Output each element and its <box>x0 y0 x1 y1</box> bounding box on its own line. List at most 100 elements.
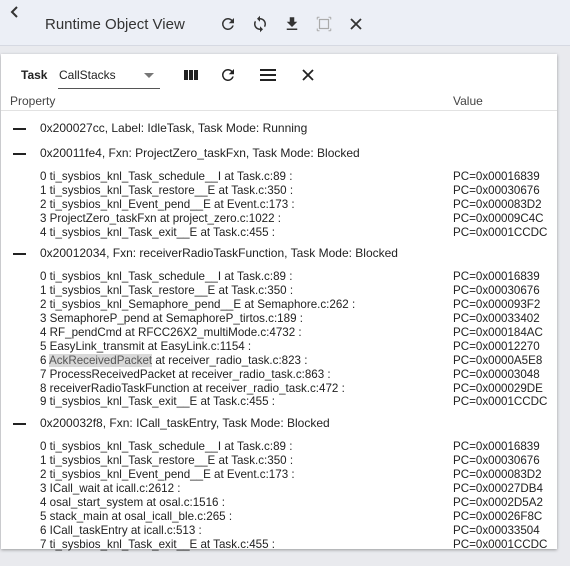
stack-frame-row[interactable]: 2 ti_sysbios_knl_Event_pend__E at Event.… <box>1 198 557 212</box>
stack-frame-label: 4 osal_start_system at osal.c:1516 : <box>40 495 225 509</box>
stack-frame-value: PC=0x00033402 <box>453 312 540 326</box>
stack-frame-value: PC=0x0001CCDC <box>453 395 548 409</box>
stack-frame-value: PC=0x00030676 <box>453 454 540 468</box>
stack-frame-label: 2 ti_sysbios_knl_Event_pend__E at Event.… <box>40 468 295 482</box>
stack-frame-value: PC=0x00027DB4 <box>453 482 543 496</box>
column-header-value: Value <box>453 94 483 108</box>
stack-frame-row[interactable]: 2 ti_sysbios_knl_Event_pend__E at Event.… <box>1 468 557 482</box>
stack-frame-row[interactable]: 7 ti_sysbios_knl_Task_exit__E at Task.c:… <box>1 538 557 552</box>
stack-frame-value: PC=0x00016839 <box>453 270 540 284</box>
stack-frame-value: PC=0x0002D5A2 <box>453 495 543 509</box>
stack-frame-row[interactable]: 5 stack_main at osal_icall_ble.c:265 : PC… <box>1 510 557 524</box>
stack-frame-row[interactable]: 8 receiverRadioTaskFunction at receiver_… <box>1 382 557 396</box>
column-header-property: Property <box>10 94 56 108</box>
selected-text[interactable]: AckReceivedPacket <box>49 353 153 367</box>
collapse-icon[interactable] <box>13 153 26 155</box>
stack-frame-label: 5 stack_main at osal_icall_ble.c:265 : <box>40 509 233 523</box>
sync-icon[interactable] <box>249 13 271 35</box>
stack-frame-row[interactable]: 1 ti_sysbios_knl_Task_restore__E at Task… <box>1 184 557 198</box>
stack-frame-label: 0 ti_sysbios_knl_Task_schedule__I at Tas… <box>40 270 293 284</box>
stack-frame-label: 6 ICall_taskEntry at icall.c:513 : <box>40 523 202 537</box>
task-row[interactable]: 0x200027cc, Label: IdleTask, Task Mode: … <box>1 120 557 137</box>
task-label: Task <box>21 68 48 82</box>
panel-toolbar: Task CallStacks <box>1 54 557 92</box>
stack-frame-label: 7 ti_sysbios_knl_Task_exit__E at Task.c:… <box>40 537 276 551</box>
chevron-down-icon <box>144 73 154 78</box>
stack-frame-value: PC=0x0001CCDC <box>453 225 548 239</box>
stack-frame-row[interactable]: 0 ti_sysbios_knl_Task_schedule__I at Tas… <box>1 170 557 184</box>
stack-frame-label: 4 RF_pendCmd at RFCC26X2_multiMode.c:473… <box>40 326 302 340</box>
stack-frame-row[interactable]: 6 ICall_taskEntry at icall.c:513 : PC=0x0… <box>1 524 557 538</box>
table-header: Property Value <box>1 92 557 111</box>
stack-frame-value: PC=0x000184AC <box>453 326 543 340</box>
stack-frame-row[interactable]: 4 RF_pendCmd at RFCC26X2_multiMode.c:473… <box>1 326 557 340</box>
stack-frame-label: 5 EasyLink_transmit at EasyLink.c:1154 : <box>40 339 252 353</box>
stack-frame-label: 4 ti_sysbios_knl_Task_exit__E at Task.c:… <box>40 225 276 239</box>
download-icon[interactable] <box>281 13 303 35</box>
task-select[interactable]: CallStacks <box>58 62 160 89</box>
stack-frame-label: 9 ti_sysbios_knl_Task_exit__E at Task.c:… <box>40 395 276 409</box>
task-label: 0x20011fe4, Fxn: ProjectZero_taskFxn, Ta… <box>40 146 360 160</box>
task-row[interactable]: 0x20011fe4, Fxn: ProjectZero_taskFxn, Ta… <box>1 145 557 162</box>
stack-frame-label: 3 ProjectZero_taskFxn at project_zero.c:… <box>40 211 282 225</box>
stack-frame-value: PC=0x00009C4C <box>453 211 544 225</box>
stack-frame-row[interactable]: 3 ProjectZero_taskFxn at project_zero.c:… <box>1 212 557 226</box>
stack-frame-value: PC=0x0001CCDC <box>453 537 548 551</box>
stack-frame-label: 0 ti_sysbios_knl_Task_schedule__I at Tas… <box>40 440 293 454</box>
stack-frame-label: 1 ti_sysbios_knl_Task_restore__E at Task… <box>40 183 294 197</box>
stack-frame-row[interactable]: 7 ProcessReceivedPacket at receiver_radi… <box>1 368 557 382</box>
task-select-value: CallStacks <box>59 68 116 82</box>
stack-frame-label: 0 ti_sysbios_knl_Task_schedule__I at Tas… <box>40 170 293 183</box>
stack-frame-row[interactable]: 9 ti_sysbios_knl_Task_exit__E at Task.c:… <box>1 395 557 409</box>
stack-frame-value: PC=0x000029DE <box>453 381 543 395</box>
stack-frame-label: 8 receiverRadioTaskFunction at receiver_… <box>40 381 345 395</box>
callstack-tree: 0x200027cc, Label: IdleTask, Task Mode: … <box>1 114 557 551</box>
maximize-icon[interactable] <box>313 13 335 35</box>
stack-frame-value: PC=0x0000A5E8 <box>453 353 543 367</box>
stack-frame-value: PC=0x000083D2 <box>453 468 542 482</box>
title-bar: Runtime Object View <box>0 0 570 46</box>
stack-frame-label: 6 AckReceivedPacket at receiver_radio_ta… <box>40 353 308 368</box>
stack-frame-row[interactable]: 5 EasyLink_transmit at EasyLink.c:1154 :… <box>1 340 557 354</box>
stack-frame-row[interactable]: 4 ti_sysbios_knl_Task_exit__E at Task.c:… <box>1 226 557 240</box>
stack-frame-row[interactable]: 2 ti_sysbios_knl_Semaphore_pend__E at Se… <box>1 298 557 312</box>
task-label: 0x200027cc, Label: IdleTask, Task Mode: … <box>40 121 308 135</box>
stack-frame-label: 2 ti_sysbios_knl_Semaphore_pend__E at Se… <box>40 298 356 312</box>
stack-frame-value: PC=0x000093F2 <box>453 298 541 312</box>
stack-frame-value: PC=0x00003048 <box>453 367 540 381</box>
stack-frame-label: 2 ti_sysbios_knl_Event_pend__E at Event.… <box>40 197 295 211</box>
stack-frame-label: 1 ti_sysbios_knl_Task_restore__E at Task… <box>40 454 294 468</box>
task-row[interactable]: 0x20012034, Fxn: receiverRadioTaskFuncti… <box>1 245 557 262</box>
window-title: Runtime Object View <box>45 16 185 33</box>
menu-icon[interactable] <box>258 65 278 85</box>
collapse-icon[interactable] <box>13 423 26 426</box>
close-icon[interactable] <box>345 13 367 35</box>
stack-frame-value: PC=0x00016839 <box>453 170 540 183</box>
back-icon[interactable] <box>9 4 25 22</box>
stack-frame-row[interactable]: 0 ti_sysbios_knl_Task_schedule__I at Tas… <box>1 270 557 284</box>
frame-prefix: 6 <box>40 353 50 367</box>
stack-frame-value: PC=0x00033504 <box>453 523 540 537</box>
stack-frame-value: PC=0x00030676 <box>453 183 540 197</box>
stack-frame-row[interactable]: 6 AckReceivedPacket at receiver_radio_ta… <box>1 353 557 368</box>
collapse-icon[interactable] <box>13 128 26 130</box>
stack-frame-row[interactable]: 3 ICall_wait at icall.c:2612 : PC=0x00027… <box>1 482 557 496</box>
stack-frame-row[interactable]: 1 ti_sysbios_knl_Task_restore__E at Task… <box>1 454 557 468</box>
refresh-icon[interactable] <box>218 65 238 85</box>
stack-frame-value: PC=0x00012270 <box>453 339 540 353</box>
task-row[interactable]: 0x200032f8, Fxn: ICall_taskEntry, Task M… <box>1 415 557 432</box>
stack-frame-label: 7 ProcessReceivedPacket at receiver_radi… <box>40 367 331 381</box>
stack-frame-row[interactable]: 4 osal_start_system at osal.c:1516 : PC=0… <box>1 496 557 510</box>
stack-frame-label: 3 SemaphoreP_pend at SemaphoreP_tirtos.c… <box>40 312 303 326</box>
task-label: 0x20012034, Fxn: receiverRadioTaskFuncti… <box>40 246 398 261</box>
stack-frame-row[interactable]: 3 SemaphoreP_pend at SemaphoreP_tirtos.c… <box>1 312 557 326</box>
collapse-icon[interactable] <box>13 253 26 256</box>
close-icon[interactable] <box>298 65 318 85</box>
frame-suffix: at receiver_radio_task.c:823 : <box>152 353 308 367</box>
stack-frame-row[interactable]: 0 ti_sysbios_knl_Task_schedule__I at Tas… <box>1 440 557 454</box>
stack-frame-row[interactable]: 1 ti_sysbios_knl_Task_restore__E at Task… <box>1 284 557 298</box>
refresh-icon[interactable] <box>217 13 239 35</box>
columns-icon[interactable] <box>181 65 201 85</box>
task-label: 0x200032f8, Fxn: ICall_taskEntry, Task M… <box>40 416 330 431</box>
stack-frame-value: PC=0x000083D2 <box>453 197 542 211</box>
